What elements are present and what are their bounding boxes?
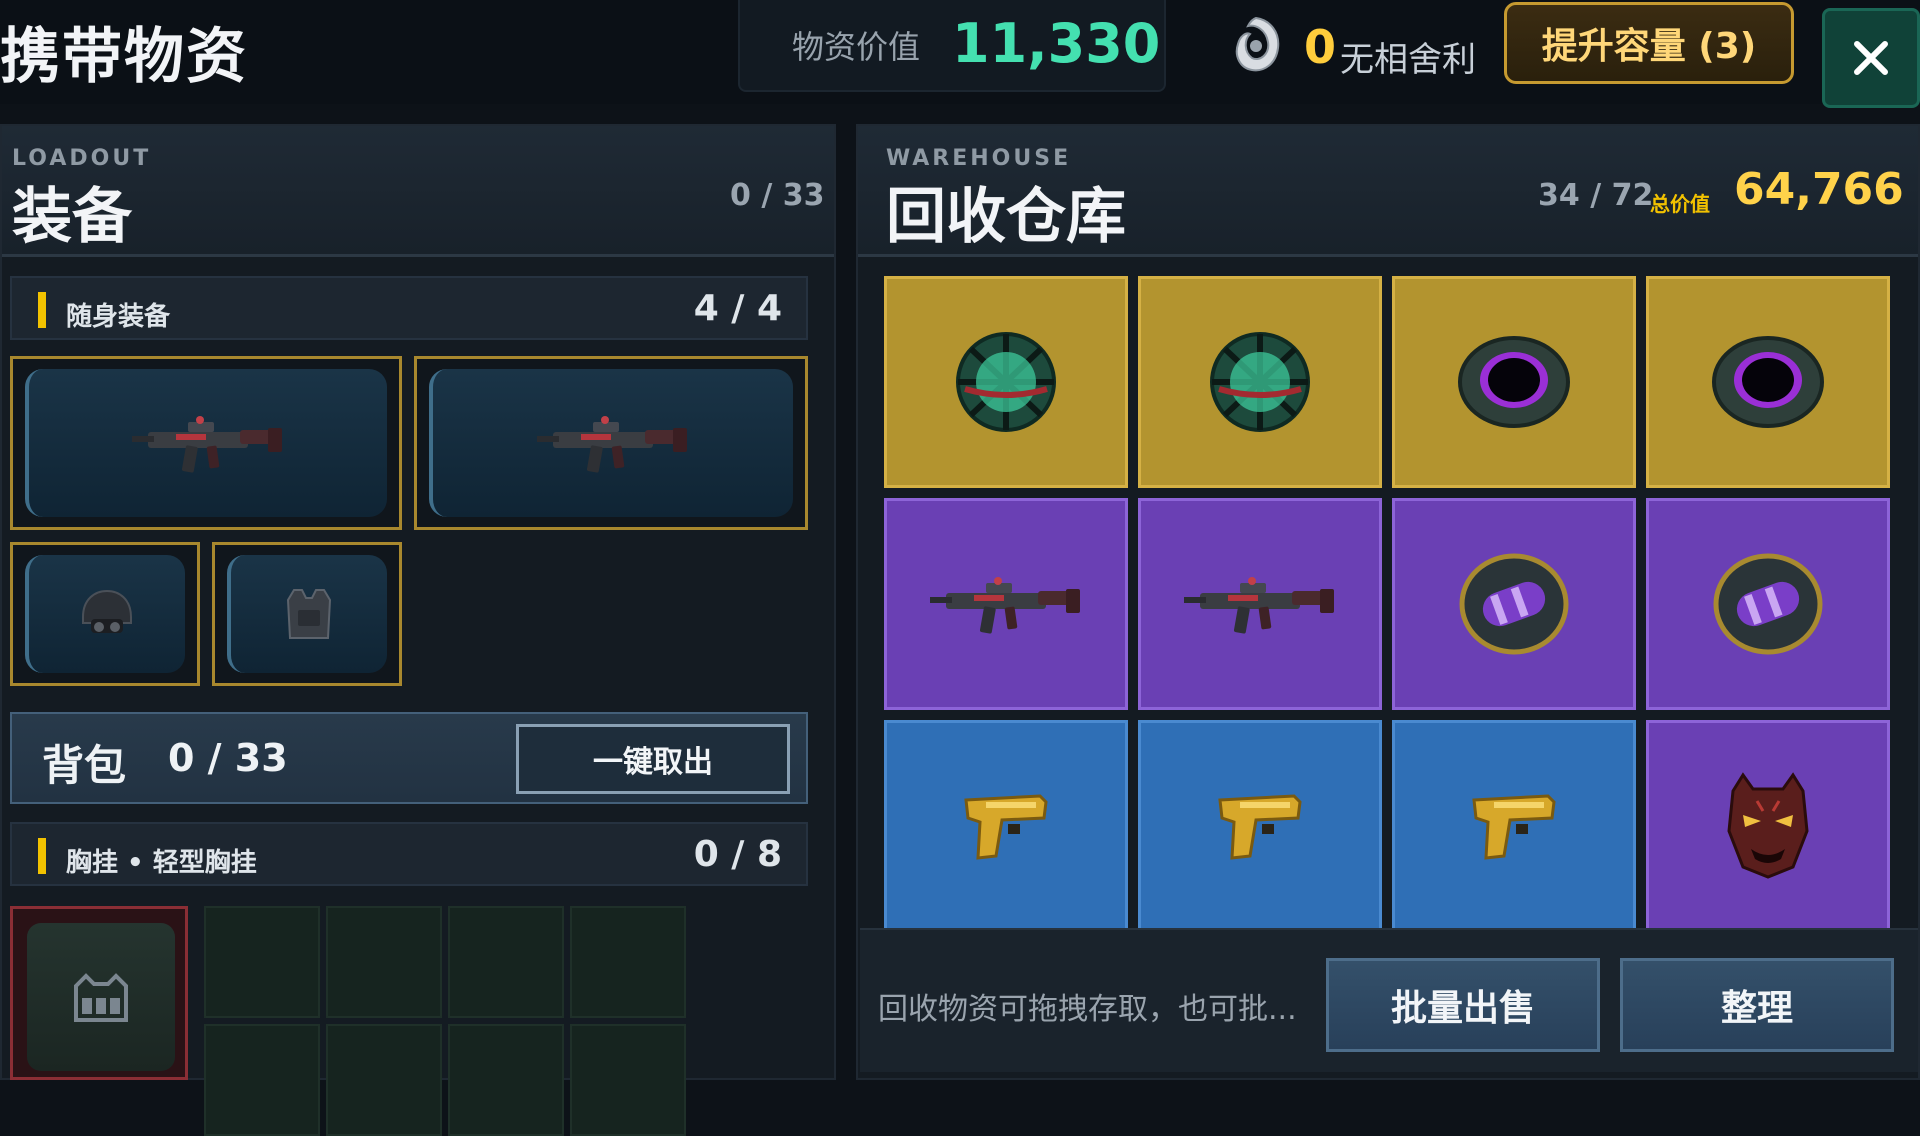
warehouse-item[interactable] [1392, 720, 1636, 928]
empty-slot[interactable] [448, 1024, 564, 1136]
helmet-icon [82, 589, 132, 633]
slot-inner [27, 923, 175, 1071]
top-bar: 携带物资 物资价值 11,330 0 无相舍利 提升容量 (3) [0, 0, 1920, 108]
chest-rig-count: 0 / 8 [693, 834, 782, 875]
warehouse-item[interactable] [1646, 276, 1890, 488]
slot-inner [25, 369, 387, 517]
warehouse-header: WAREHOUSE 回收仓库 34 / 72 总价值 64,766 [858, 126, 1918, 257]
demon-mask-icon [1727, 772, 1809, 879]
carry-equipment-bar: 随身装备 4 / 4 [10, 276, 808, 340]
chest-rig-slot[interactable] [10, 906, 188, 1080]
relic-label: 无相舍利 [1340, 40, 1476, 80]
dark-portal-ring-icon [1712, 336, 1824, 428]
backpack-count: 0 / 33 [168, 736, 288, 780]
gold-pistol-icon [1218, 794, 1302, 860]
helmet-slot[interactable] [10, 542, 200, 686]
smg-rifle-icon [537, 416, 687, 473]
carry-equipment-label: 随身装备 [66, 302, 171, 332]
purple-capsule-icon [1459, 553, 1569, 655]
green-orb-icon [956, 332, 1056, 432]
warehouse-item[interactable] [1646, 498, 1890, 710]
slot-inner [429, 369, 793, 517]
chest-rig-icon [74, 973, 128, 1022]
slot-inner [227, 555, 387, 673]
smg-rifle-icon [930, 577, 1080, 634]
take-out-all-button[interactable]: 一键取出 [516, 724, 790, 794]
loadout-count: 0 / 33 [730, 178, 825, 213]
gold-pistol-icon [1472, 794, 1556, 860]
warehouse-item[interactable] [1138, 498, 1382, 710]
empty-slot[interactable] [448, 906, 564, 1018]
warehouse-count: 34 / 72 [1538, 178, 1654, 213]
body-armor-icon [286, 589, 332, 639]
empty-slot[interactable] [326, 1024, 442, 1136]
smg-rifle-icon [1184, 577, 1334, 634]
warehouse-grid [884, 276, 1890, 928]
warehouse-item[interactable] [1138, 276, 1382, 488]
secondary-weapon-slot[interactable] [414, 356, 808, 530]
warehouse-item[interactable] [884, 720, 1128, 928]
warehouse-item[interactable] [1138, 720, 1382, 928]
close-button[interactable] [1822, 8, 1920, 108]
purple-capsule-icon [1713, 553, 1823, 655]
empty-slot[interactable] [204, 906, 320, 1018]
warehouse-item[interactable] [1392, 498, 1636, 710]
relic-count: 0 [1304, 20, 1337, 74]
green-orb-icon [1210, 332, 1310, 432]
backpack-bar: 背包 0 / 33 一键取出 [10, 712, 808, 804]
dark-portal-ring-icon [1458, 336, 1570, 428]
bulk-sell-button[interactable]: 批量出售 [1326, 958, 1600, 1052]
armor-slot[interactable] [212, 542, 402, 686]
smg-rifle-icon [132, 416, 282, 473]
warehouse-item[interactable] [884, 276, 1128, 488]
empty-slot[interactable] [570, 1024, 686, 1136]
backpack-label: 背包 [42, 741, 127, 790]
sort-button[interactable]: 整理 [1620, 958, 1894, 1052]
page-title: 携带物资 [0, 22, 248, 92]
warehouse-footer: 回收物资可拖拽存取，也可批... 批量出售 整理 [860, 928, 1918, 1072]
loadout-header: LOADOUT 装备 0 / 33 [2, 126, 834, 257]
carry-equipment-count: 4 / 4 [693, 288, 782, 329]
empty-slot[interactable] [204, 1024, 320, 1136]
supplies-value-box: 物资价值 11,330 [738, 0, 1166, 92]
upgrade-capacity-button[interactable]: 提升容量 (3) [1504, 2, 1794, 84]
close-icon [1854, 41, 1888, 75]
relic-icon [1235, 16, 1280, 72]
warehouse-title: 回收仓库 [886, 182, 1126, 252]
warehouse-item[interactable] [1646, 720, 1890, 928]
section-accent [38, 838, 46, 874]
section-accent [38, 292, 46, 328]
warehouse-hint: 回收物资可拖拽存取，也可批... [878, 992, 1297, 1027]
slot-inner [25, 555, 185, 673]
primary-weapon-slot[interactable] [10, 356, 402, 530]
chest-rig-bar: 胸挂 • 轻型胸挂 0 / 8 [10, 822, 808, 886]
loadout-title: 装备 [12, 182, 132, 252]
total-value: 64,766 [1734, 164, 1904, 215]
gold-pistol-icon [964, 794, 1048, 860]
supplies-value-label: 物资价值 [792, 28, 921, 66]
total-value-label: 总价值 [1650, 192, 1710, 216]
empty-slot[interactable] [570, 906, 686, 1018]
warehouse-item[interactable] [1392, 276, 1636, 488]
supplies-value: 11,330 [952, 12, 1161, 75]
empty-slot[interactable] [326, 906, 442, 1018]
chest-rig-label: 胸挂 • 轻型胸挂 [66, 848, 257, 878]
warehouse-item[interactable] [884, 498, 1128, 710]
